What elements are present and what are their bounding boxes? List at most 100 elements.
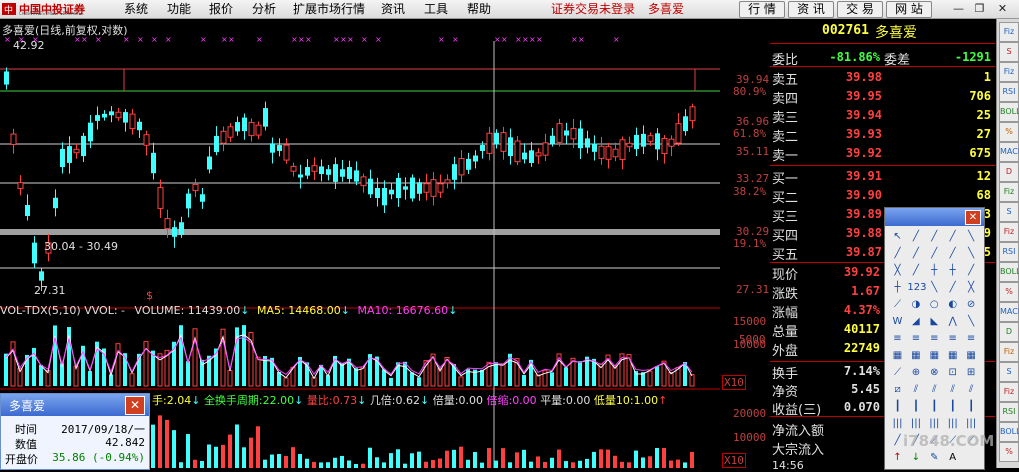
draw-tool-cross2-icon[interactable]: ╳ bbox=[963, 280, 980, 296]
toolbar-rsi-icon[interactable]: RSI bbox=[999, 242, 1019, 262]
draw-tool-text-icon[interactable]: A bbox=[944, 450, 961, 466]
draw-tool-cross-icon[interactable]: ╳ bbox=[889, 263, 906, 279]
draw-tool-vbar1-icon[interactable]: ┃ bbox=[889, 399, 906, 415]
bid-row[interactable]: 买一 39.91 12 bbox=[770, 168, 995, 187]
draw-tool-circle-icon[interactable]: ○ bbox=[926, 297, 943, 313]
draw-tool-slash4-icon[interactable]: ⫽ bbox=[963, 382, 980, 398]
menu-tools[interactable]: 工具 bbox=[424, 1, 448, 17]
draw-tool-square-dot-icon[interactable]: ⊡ bbox=[944, 365, 961, 381]
draw-tool-fib4-icon[interactable]: ≡ bbox=[944, 331, 961, 347]
draw-tool-fan-icon[interactable]: ╱ bbox=[963, 263, 980, 279]
toolbar-rsi-icon[interactable]: RSI bbox=[999, 82, 1019, 102]
draw-tool-slash2-icon[interactable]: ⫽ bbox=[926, 382, 943, 398]
draw-tool-angle-icon[interactable]: ╱ bbox=[944, 280, 961, 296]
toolbar-d-icon[interactable]: D bbox=[999, 162, 1019, 182]
draw-tool-fib3-icon[interactable]: ≡ bbox=[926, 331, 943, 347]
draw-tool-label-icon[interactable]: 123 bbox=[907, 280, 926, 296]
draw-tool-empty-icon[interactable] bbox=[963, 450, 980, 466]
ask-row[interactable]: 卖四 39.95 706 bbox=[770, 88, 995, 107]
toolbar-%-icon[interactable]: % bbox=[999, 122, 1019, 142]
popup-header[interactable]: 多喜爱 ✕ bbox=[1, 394, 149, 416]
draw-tool-down-channel-icon[interactable]: ╲ bbox=[963, 246, 980, 262]
draw-tool-grid-icon[interactable]: ⊞ bbox=[963, 365, 980, 381]
toolbar-fiz-icon[interactable]: Fiz bbox=[999, 62, 1019, 82]
toolbar-boll-icon[interactable]: BOLL bbox=[999, 262, 1019, 282]
draw-tool-target-icon[interactable]: ⊕ bbox=[907, 365, 924, 381]
toolbar-macd-icon[interactable]: MACD bbox=[999, 302, 1019, 322]
draw-tool-slash1-icon[interactable]: ⫽ bbox=[907, 382, 924, 398]
draw-tool-box2-icon[interactable]: ▦ bbox=[907, 348, 924, 364]
minimize-icon[interactable]: — bbox=[952, 2, 965, 15]
menu-quote[interactable]: 报价 bbox=[209, 1, 233, 17]
toolbar-s-icon[interactable]: S bbox=[999, 362, 1019, 382]
tab-market[interactable]: 行 情 bbox=[739, 1, 785, 18]
draw-tool-peak-icon[interactable]: ⋀ bbox=[944, 314, 961, 330]
menu-help[interactable]: 帮助 bbox=[467, 1, 491, 17]
draw-tool-plus-icon[interactable]: ┼ bbox=[889, 280, 906, 296]
restore-icon[interactable]: ❐ bbox=[973, 2, 986, 15]
draw-tool-pencil-icon[interactable]: ✎ bbox=[926, 450, 943, 466]
draw-tool-wave-icon[interactable]: W bbox=[889, 314, 906, 330]
draw-tool-vbar5-icon[interactable]: ┃ bbox=[963, 399, 980, 415]
draw-tool-ray-icon[interactable]: ╱ bbox=[926, 229, 943, 245]
draw-tool-frame-icon[interactable]: ⧄ bbox=[889, 382, 906, 398]
toolbar-%-icon[interactable]: % bbox=[999, 442, 1019, 462]
toolbar-d-icon[interactable]: D bbox=[999, 322, 1019, 342]
menu-extended-market[interactable]: 扩展市场行情 bbox=[293, 1, 365, 17]
popup-close-icon[interactable]: ✕ bbox=[125, 396, 145, 415]
menu-analysis[interactable]: 分析 bbox=[252, 1, 276, 17]
draw-tool-vbar3-icon[interactable]: ┃ bbox=[926, 399, 943, 415]
draw-tool-hcross-icon[interactable]: ┼ bbox=[926, 263, 943, 279]
menu-info[interactable]: 资讯 bbox=[381, 1, 405, 17]
draw-tool-cycle4-icon[interactable]: ||| bbox=[944, 416, 961, 432]
draw-tool-half-circle-icon[interactable]: ◑ bbox=[907, 297, 924, 313]
draw-tool-fib2-icon[interactable]: ≡ bbox=[907, 331, 924, 347]
draw-tool-circle-half-icon[interactable]: ◐ bbox=[944, 297, 961, 313]
draw-tool-trend-icon[interactable]: ╱ bbox=[907, 246, 924, 262]
toolbar-s-icon[interactable]: S bbox=[999, 202, 1019, 222]
menu-system[interactable]: 系统 bbox=[124, 1, 148, 17]
ask-row[interactable]: 卖五 39.98 1 bbox=[770, 69, 995, 88]
draw-tool-cycle1-icon[interactable]: ||| bbox=[889, 416, 906, 432]
draw-tool-box4-icon[interactable]: ▦ bbox=[944, 348, 961, 364]
toolbar-boll-icon[interactable]: BOLL bbox=[999, 422, 1019, 442]
draw-tool-down-line-icon[interactable]: ╲ bbox=[963, 229, 980, 245]
toolbar-s-icon[interactable]: S bbox=[999, 42, 1019, 62]
toolbar-fiz-icon[interactable]: Fiz bbox=[999, 382, 1019, 402]
toolbar-%-icon[interactable]: % bbox=[999, 282, 1019, 302]
ask-row[interactable]: 卖二 39.93 27 bbox=[770, 126, 995, 145]
draw-tool-cycle5-icon[interactable]: ||| bbox=[963, 416, 980, 432]
draw-tool-x-circle-icon[interactable]: ⊗ bbox=[926, 365, 943, 381]
tab-news[interactable]: 资 讯 bbox=[788, 1, 834, 18]
draw-tool-cycle3-icon[interactable]: ||| bbox=[926, 416, 943, 432]
draw-tool-vbar4-icon[interactable]: ┃ bbox=[944, 399, 961, 415]
draw-tool-fib5-icon[interactable]: ≡ bbox=[963, 331, 980, 347]
draw-tool-down-arrow-icon[interactable]: ↓ bbox=[907, 450, 924, 466]
toolbar-boll-icon[interactable]: BOLL bbox=[999, 102, 1019, 122]
draw-tool-vbar2-icon[interactable]: ┃ bbox=[907, 399, 924, 415]
draw-tool-up-line-icon[interactable]: ╱ bbox=[889, 246, 906, 262]
draw-tool-arc-icon[interactable]: ⟋ bbox=[889, 297, 906, 313]
close-icon[interactable]: ✕ bbox=[996, 2, 1009, 15]
palette-close-icon[interactable]: ✕ bbox=[965, 210, 981, 225]
menu-function[interactable]: 功能 bbox=[167, 1, 191, 17]
draw-tool-tri-up-icon[interactable]: ◢ bbox=[907, 314, 924, 330]
draw-tool-up-arrow-icon[interactable]: ↑ bbox=[889, 450, 906, 466]
toolbar-fiz-icon[interactable]: Fiz bbox=[999, 182, 1019, 202]
draw-tool-slash3-icon[interactable]: ⫽ bbox=[944, 382, 961, 398]
tab-website[interactable]: 网 站 bbox=[886, 1, 932, 18]
draw-tool-box-icon[interactable]: ▦ bbox=[889, 348, 906, 364]
ask-row[interactable]: 卖一 39.92 675 bbox=[770, 145, 995, 164]
draw-tool-segment-icon[interactable]: ╱ bbox=[944, 229, 961, 245]
draw-tool-cycle2-icon[interactable]: ||| bbox=[907, 416, 924, 432]
drawing-tools-palette[interactable]: ✕ ↖ ╱ ╱ ╱ ╲ ╱ ╱ ╱ ╱ ╲ ╳ ╱ ┼ ┼ ╱ ┼ 123 ╲ ╱ ╳ ⟋ ◑ ○ ◐ ⊘ W ◢ ◣ ⋀ ╲ ≡ ≡ ≡ ≡ ≡ ▦… bbox=[884, 207, 985, 470]
ask-row[interactable]: 卖三 39.94 25 bbox=[770, 107, 995, 126]
draw-tool-fan2-icon[interactable]: ⟋ bbox=[889, 365, 906, 381]
draw-tool-channel-icon[interactable]: ╱ bbox=[944, 246, 961, 262]
data-popup[interactable]: 多喜爱 ✕ 时间 2017/09/18/一 数值 42.842 开盘价 35.8… bbox=[0, 393, 150, 470]
draw-tool-parallel-icon[interactable]: ╱ bbox=[926, 246, 943, 262]
toolbar-fiz-icon[interactable]: Fiz bbox=[999, 222, 1019, 242]
draw-tool-box3-icon[interactable]: ▦ bbox=[926, 348, 943, 364]
toolbar-fiz-icon[interactable]: Fiz bbox=[999, 342, 1019, 362]
draw-tool-line-icon[interactable]: ╱ bbox=[907, 229, 924, 245]
